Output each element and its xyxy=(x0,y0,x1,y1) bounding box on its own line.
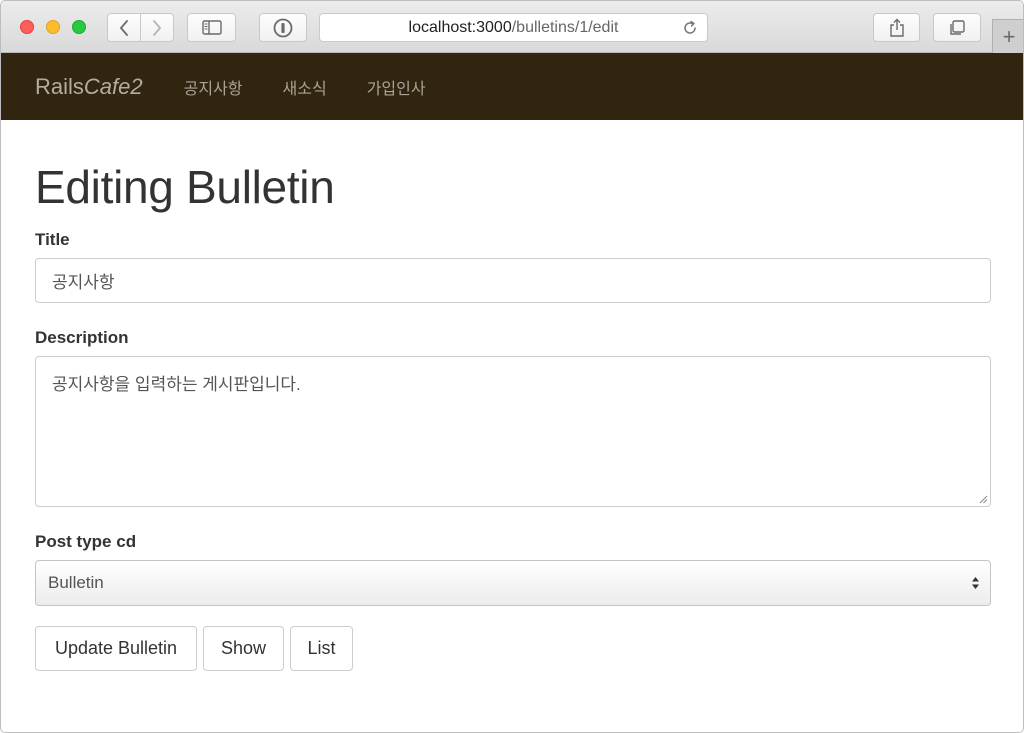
post-type-select[interactable]: Bulletin xyxy=(35,560,991,606)
sidebar-icon xyxy=(201,20,222,35)
post-type-label: Post type cd xyxy=(35,532,137,551)
back-button[interactable] xyxy=(107,13,141,42)
share-button[interactable] xyxy=(873,13,920,42)
brand-italic: Cafe2 xyxy=(83,73,143,99)
description-textarea[interactable]: 공지사항을 입력하는 게시판입니다. xyxy=(35,356,991,507)
browser-window: localhost:3000/bulletins/1/edit + RailsC… xyxy=(0,0,1024,733)
main-content: Editing Bulletin Title 공지사항 Description … xyxy=(35,120,991,671)
chevron-right-icon xyxy=(153,19,161,36)
description-label: Description xyxy=(35,328,129,347)
sidebar-toggle-button[interactable] xyxy=(187,13,236,42)
resize-grip-icon[interactable] xyxy=(978,494,988,504)
address-bar[interactable]: localhost:3000/bulletins/1/edit xyxy=(319,13,708,42)
tabs-overview-icon xyxy=(950,19,965,35)
select-arrows-icon xyxy=(972,577,979,589)
nav-item-greetings[interactable]: 가입인사 xyxy=(367,75,426,99)
password-keyhole-icon xyxy=(273,18,293,37)
chevron-left-icon xyxy=(120,19,128,36)
title-input[interactable]: 공지사항 xyxy=(35,258,991,303)
show-button[interactable]: Show xyxy=(203,626,284,671)
url-host: localhost:3000 xyxy=(408,18,512,36)
page-title: Editing Bulletin xyxy=(35,161,335,213)
new-tab-button[interactable]: + xyxy=(992,19,1023,53)
post-type-selected-value: Bulletin xyxy=(48,573,104,592)
browser-toolbar: localhost:3000/bulletins/1/edit + xyxy=(1,1,1023,53)
nav-item-notices[interactable]: 공지사항 xyxy=(184,75,243,99)
form-actions: Update Bulletin Show List xyxy=(35,626,991,671)
title-input-value: 공지사항 xyxy=(52,273,115,292)
reload-icon[interactable] xyxy=(682,20,698,36)
update-bulletin-button[interactable]: Update Bulletin xyxy=(35,626,197,671)
app-navbar: RailsCafe2 공지사항 새소식 가입인사 xyxy=(1,53,1023,120)
description-textarea-value: 공지사항을 입력하는 게시판입니다. xyxy=(52,375,301,394)
nav-item-news[interactable]: 새소식 xyxy=(283,75,327,99)
url-path: /bulletins/1/edit xyxy=(511,18,619,36)
minimize-window-button[interactable] xyxy=(46,20,60,34)
password-manager-button[interactable] xyxy=(259,13,307,42)
brand-plain: Rails xyxy=(35,73,84,99)
show-tabs-button[interactable] xyxy=(933,13,981,42)
share-icon xyxy=(889,18,904,37)
close-window-button[interactable] xyxy=(20,20,34,34)
forward-button[interactable] xyxy=(140,13,174,42)
title-label: Title xyxy=(35,230,70,249)
brand-link[interactable]: RailsCafe2 xyxy=(35,74,143,100)
list-button[interactable]: List xyxy=(290,626,353,671)
fullscreen-window-button[interactable] xyxy=(72,20,86,34)
